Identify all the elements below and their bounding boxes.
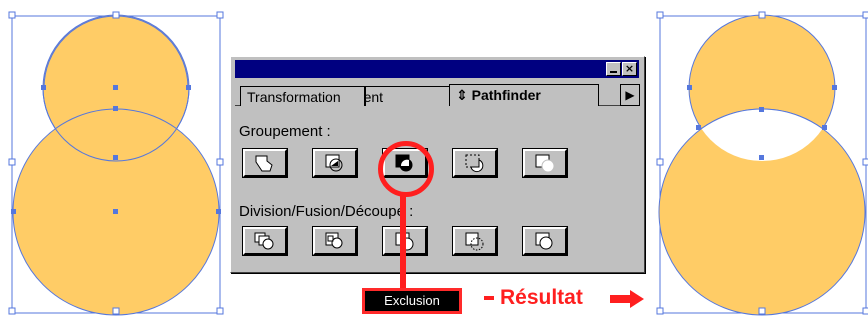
close-button[interactable]: × — [622, 62, 637, 76]
highlight-circle — [378, 141, 434, 197]
section-label-groupement: Groupement : — [239, 123, 331, 140]
tab-scroll-right-button[interactable]: ▶ — [620, 84, 640, 106]
fusion-button[interactable] — [312, 226, 358, 256]
contour-button[interactable] — [452, 226, 498, 256]
tab-label: Alignement — [365, 89, 384, 105]
close-icon: × — [624, 62, 635, 75]
source-artwork[interactable] — [0, 0, 240, 329]
cadrage-icon — [535, 232, 553, 250]
tab-alignement[interactable]: Alignement — [365, 86, 451, 106]
soustraction-arriere-button[interactable] — [522, 148, 568, 178]
result-label: Résultat — [484, 286, 583, 310]
palette-titlebar[interactable]: × — [235, 60, 639, 78]
section-label-division: Division/Fusion/Découpe : — [239, 203, 414, 220]
tab-transformation[interactable]: Transformation — [240, 86, 365, 106]
tab-options-icon: ⇕ — [456, 87, 468, 103]
minimize-button[interactable] — [606, 62, 621, 76]
soustraction-avant-button[interactable] — [452, 148, 498, 178]
result-artwork[interactable] — [645, 0, 868, 329]
unite-button[interactable] — [242, 148, 288, 178]
contour-icon — [465, 232, 484, 251]
triangle-right-icon: ▶ — [625, 88, 635, 102]
tab-label: Transformation — [247, 89, 341, 105]
exclusion-tooltip: Exclusion — [362, 288, 462, 314]
soustraction-arriere-icon — [535, 154, 555, 173]
intersection-button[interactable] — [312, 148, 358, 178]
unite-icon — [255, 155, 273, 172]
tab-strip: Transformation Alignement ⇕ Pathfinder ▶ — [235, 82, 640, 106]
division-icon — [254, 232, 274, 250]
arrow-right-icon — [610, 290, 644, 308]
soustraction-avant-icon — [465, 154, 484, 173]
minimize-icon — [610, 71, 617, 73]
division-button[interactable] — [242, 226, 288, 256]
pathfinder-palette[interactable]: × Transformation Alignement ⇕ Pathfinder… — [230, 56, 645, 273]
tab-label: Pathfinder — [471, 87, 541, 103]
intersection-icon — [325, 154, 343, 172]
result-dash — [484, 296, 494, 301]
fusion-icon — [325, 232, 343, 249]
pointer-line — [400, 196, 406, 290]
cadrage-button[interactable] — [522, 226, 568, 256]
tab-pathfinder[interactable]: ⇕ Pathfinder — [449, 84, 599, 106]
result-text: Résultat — [500, 286, 583, 309]
